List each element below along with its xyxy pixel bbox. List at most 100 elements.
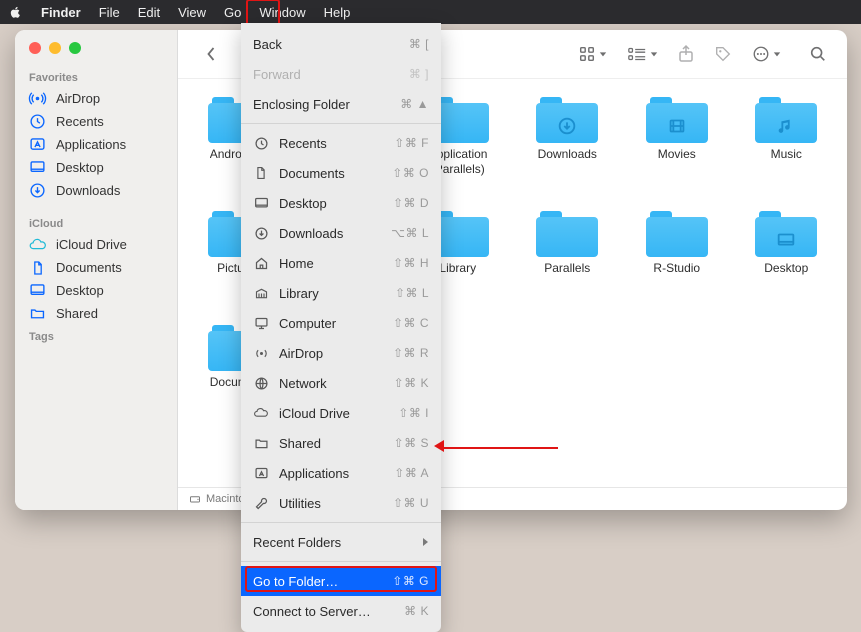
go-menu-enclosing-folder[interactable]: Enclosing Folder⌘ ▲ — [241, 89, 441, 119]
go-menu-go-to-folder[interactable]: Go to Folder…⇧⌘ G — [241, 566, 441, 596]
menubar-help[interactable]: Help — [315, 0, 360, 24]
computer-icon — [253, 315, 269, 331]
go-menu-connect-to-server[interactable]: Connect to Server…⌘ K — [241, 596, 441, 626]
sidebar-item-recents[interactable]: Recents — [15, 110, 177, 133]
go-menu-airdrop[interactable]: AirDrop⇧⌘ R — [241, 338, 441, 368]
downloads-icon — [29, 182, 46, 199]
sidebar-item-icloud-desktop[interactable]: Desktop — [15, 279, 177, 302]
sidebar-item-label: Applications — [56, 137, 126, 152]
sidebar-item-applications[interactable]: Applications — [15, 133, 177, 156]
go-menu-shared[interactable]: Shared⇧⌘ S — [241, 428, 441, 458]
sidebar-item-label: Recents — [56, 114, 104, 129]
apple-logo-icon[interactable] — [8, 5, 22, 19]
go-menu-back[interactable]: Back⌘ [ — [241, 29, 441, 59]
sidebar-item-label: Desktop — [56, 160, 104, 175]
sidebar-item-downloads[interactable]: Downloads — [15, 179, 177, 202]
folder-label: Downloads — [538, 147, 597, 162]
minimize-window-button[interactable] — [49, 42, 61, 54]
sidebar-item-icloud-shared[interactable]: Shared — [15, 302, 177, 325]
go-menu-utilities[interactable]: Utilities⇧⌘ U — [241, 488, 441, 518]
go-menu-desktop[interactable]: Desktop⇧⌘ D — [241, 188, 441, 218]
nav-back-button[interactable] — [198, 46, 225, 62]
icloud-icon — [29, 236, 46, 253]
sidebar-item-desktop[interactable]: Desktop — [15, 156, 177, 179]
folder-label: Parallels — [544, 261, 590, 276]
view-icons-button[interactable] — [570, 45, 615, 63]
go-menu-downloads[interactable]: Downloads⌥⌘ L — [241, 218, 441, 248]
desktop-icon — [29, 282, 46, 299]
airdrop-icon — [253, 345, 269, 361]
home-icon — [253, 255, 269, 271]
go-menu-recents[interactable]: Recents⇧⌘ F — [241, 128, 441, 158]
sidebar-heading-tags-label: Tags — [29, 331, 54, 343]
shared-folder-icon — [29, 305, 46, 322]
clock-icon — [29, 113, 46, 130]
sidebar-heading-tags[interactable]: Tags — [15, 325, 177, 346]
sidebar-item-label: Shared — [56, 306, 98, 321]
disk-icon — [188, 493, 201, 506]
airdrop-icon — [29, 90, 46, 107]
go-menu-icloud-drive[interactable]: iCloud Drive⇧⌘ I — [241, 398, 441, 428]
zoom-window-button[interactable] — [69, 42, 81, 54]
folder-item[interactable]: R-Studio — [624, 205, 730, 315]
folder-item[interactable]: Music — [734, 91, 840, 201]
chevron-right-icon — [422, 535, 429, 550]
applications-icon — [29, 136, 46, 153]
menubar-window[interactable]: Window — [250, 0, 314, 24]
folder-item[interactable]: Parallels — [515, 205, 621, 315]
folder-item[interactable]: Downloads — [515, 91, 621, 201]
desktop-icon — [253, 195, 269, 211]
actions-button[interactable] — [744, 45, 789, 63]
folder-label: Desktop — [764, 261, 808, 276]
go-menu-documents[interactable]: Documents⇧⌘ O — [241, 158, 441, 188]
sidebar-item-label: AirDrop — [56, 91, 100, 106]
folder-item[interactable]: Movies — [624, 91, 730, 201]
document-icon — [253, 165, 269, 181]
search-button[interactable] — [801, 45, 835, 63]
window-traffic-lights — [15, 40, 177, 68]
icloud-icon — [253, 405, 269, 421]
menubar-app-name[interactable]: Finder — [32, 0, 90, 24]
menu-separator — [241, 561, 441, 562]
applications-icon — [253, 465, 269, 481]
sidebar-heading-favorites: Favorites — [15, 68, 177, 87]
group-button[interactable] — [619, 46, 666, 62]
go-menu-recent-folders[interactable]: Recent Folders — [241, 527, 441, 557]
sidebar-item-label: Desktop — [56, 283, 104, 298]
go-menu-library[interactable]: Library⇧⌘ L — [241, 278, 441, 308]
go-menu-forward: Forward⌘ ] — [241, 59, 441, 89]
menu-separator — [241, 123, 441, 124]
folder-item[interactable]: Desktop — [734, 205, 840, 315]
folder-label: Music — [771, 147, 802, 162]
go-menu-home[interactable]: Home⇧⌘ H — [241, 248, 441, 278]
go-menu-applications[interactable]: Applications⇧⌘ A — [241, 458, 441, 488]
menubar-go[interactable]: Go — [215, 0, 250, 24]
go-menu-dropdown: Back⌘ [ Forward⌘ ] Enclosing Folder⌘ ▲ R… — [241, 23, 441, 632]
library-icon — [253, 285, 269, 301]
sidebar-item-label: Downloads — [56, 183, 120, 198]
menubar-view[interactable]: View — [169, 0, 215, 24]
finder-sidebar: Favorites AirDrop Recents Applications D… — [15, 30, 178, 510]
macos-menubar: Finder File Edit View Go Window Help — [0, 0, 861, 24]
sidebar-item-icloud-drive[interactable]: iCloud Drive — [15, 233, 177, 256]
music-glyph-icon — [755, 111, 817, 141]
clock-icon — [253, 135, 269, 151]
sidebar-item-airdrop[interactable]: AirDrop — [15, 87, 177, 110]
network-icon — [253, 375, 269, 391]
tags-button[interactable] — [706, 45, 740, 63]
menubar-edit[interactable]: Edit — [129, 0, 169, 24]
utilities-icon — [253, 495, 269, 511]
share-button[interactable] — [670, 45, 702, 63]
desktop-icon — [29, 159, 46, 176]
download-glyph-icon — [536, 111, 598, 141]
menu-separator — [241, 522, 441, 523]
menubar-file[interactable]: File — [90, 0, 129, 24]
close-window-button[interactable] — [29, 42, 41, 54]
sidebar-item-icloud-documents[interactable]: Documents — [15, 256, 177, 279]
folder-label: R-Studio — [653, 261, 700, 276]
sidebar-item-label: Documents — [56, 260, 122, 275]
go-menu-computer[interactable]: Computer⇧⌘ C — [241, 308, 441, 338]
desktop-glyph-icon — [755, 225, 817, 255]
downloads-icon — [253, 225, 269, 241]
go-menu-network[interactable]: Network⇧⌘ K — [241, 368, 441, 398]
